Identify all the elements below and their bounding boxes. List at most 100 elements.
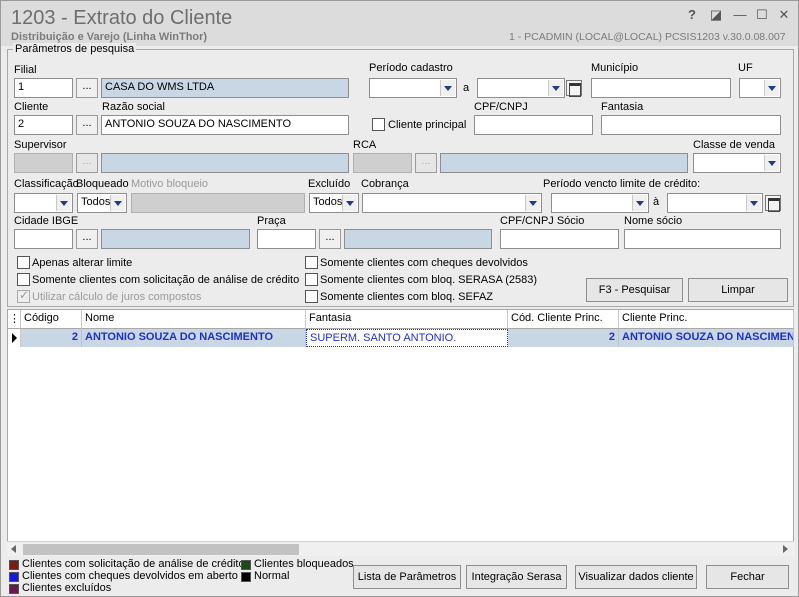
chevron-down-icon bbox=[525, 195, 540, 211]
user-info: 1 - PCADMIN (LOCAL@LOCAL) PCSIS1203 v.30… bbox=[509, 31, 786, 43]
praca-label: Praça bbox=[257, 215, 286, 227]
motivo-bloqueio-field bbox=[131, 193, 305, 213]
grid-options-icon[interactable]: ⋮≡ bbox=[8, 310, 21, 329]
chevron-down-icon bbox=[342, 195, 357, 211]
excluido-select[interactable]: Todos bbox=[309, 193, 359, 213]
calendar-icon[interactable] bbox=[765, 195, 781, 212]
rca-code-input bbox=[353, 153, 412, 173]
classe-venda-select[interactable] bbox=[693, 153, 781, 173]
supervisor-name-field bbox=[101, 153, 349, 173]
periodo-cadastro-from[interactable] bbox=[369, 78, 457, 98]
integracao-serasa-button[interactable]: Integração Serasa bbox=[466, 565, 567, 589]
extrato-cliente-window: 1203 - Extrato do Cliente Distribuição e… bbox=[0, 0, 799, 597]
bloq-serasa-checkbox[interactable] bbox=[305, 273, 318, 286]
supervisor-code-input bbox=[14, 153, 73, 173]
periodo-cadastro-sep: a bbox=[463, 82, 470, 94]
municipio-input[interactable] bbox=[591, 78, 731, 98]
scroll-left-icon[interactable] bbox=[11, 545, 16, 553]
cpf-cnpj-socio-input[interactable] bbox=[500, 229, 619, 249]
cobranca-select[interactable] bbox=[362, 193, 542, 213]
filial-code-input[interactable]: 1 bbox=[14, 78, 73, 98]
cliente-lookup-button[interactable]: ... bbox=[76, 115, 98, 135]
classificacao-select[interactable] bbox=[14, 193, 73, 213]
periodo-cadastro-to[interactable] bbox=[477, 78, 565, 98]
pesquisar-button[interactable]: F3 - Pesquisar bbox=[586, 278, 683, 302]
praca-name-field bbox=[344, 229, 492, 249]
bloq-sefaz-label: Somente clientes com bloq. SEFAZ bbox=[320, 291, 494, 303]
legend-swatch-bloqueados bbox=[241, 560, 251, 570]
apenas-alterar-limite-checkbox[interactable] bbox=[17, 256, 30, 269]
lista-parametros-button[interactable]: Lista de Parâmetros bbox=[353, 565, 461, 589]
limpar-button[interactable]: Limpar bbox=[688, 278, 788, 302]
table-row-codigo[interactable]: 2 bbox=[21, 329, 82, 347]
minimize-icon[interactable]: — bbox=[731, 7, 749, 23]
table-row-cliente-princ[interactable]: ANTONIO SOUZA DO NASCIMENTO bbox=[619, 329, 794, 347]
cobranca-label: Cobrança bbox=[361, 178, 409, 190]
help-icon[interactable]: ? bbox=[683, 7, 701, 23]
razao-social-input[interactable]: ANTONIO SOUZA DO NASCIMENTO bbox=[101, 115, 349, 135]
cliente-principal-label: Cliente principal bbox=[388, 119, 467, 131]
table-row-cod-princ[interactable]: 2 bbox=[508, 329, 619, 347]
legend-bloqueados: Clientes bloqueados bbox=[254, 558, 354, 570]
legend-excluidos: Clientes excluídos bbox=[22, 582, 112, 594]
solicitacao-analise-checkbox[interactable] bbox=[17, 273, 30, 286]
col-header-cod-princ[interactable]: Cód. Cliente Princ. bbox=[508, 310, 619, 329]
periodo-vencto-sep: à bbox=[653, 196, 660, 208]
grid-horizontal-scrollbar[interactable] bbox=[7, 541, 794, 556]
chevron-down-icon bbox=[110, 195, 125, 211]
window-subtitle: Distribuição e Varejo (Linha WinThor) bbox=[11, 31, 208, 43]
cliente-principal-checkbox[interactable] bbox=[372, 118, 385, 131]
cidade-ibge-input[interactable] bbox=[14, 229, 73, 249]
visualizar-dados-cliente-button[interactable]: Visualizar dados cliente bbox=[575, 565, 697, 589]
cliente-code-input[interactable]: 2 bbox=[14, 115, 73, 135]
cheques-devolvidos-label: Somente clientes com cheques devolvidos bbox=[320, 257, 528, 269]
window-title: 1203 - Extrato do Cliente bbox=[11, 7, 233, 29]
col-header-cliente-princ[interactable]: Cliente Princ. bbox=[619, 310, 794, 329]
results-grid[interactable]: ⋮≡ Código Nome Fantasia Cód. Cliente Pri… bbox=[7, 309, 794, 556]
periodo-vencto-from[interactable] bbox=[551, 193, 649, 213]
bloq-sefaz-checkbox[interactable] bbox=[305, 290, 318, 303]
classe-venda-label: Classe de venda bbox=[693, 139, 775, 151]
col-header-codigo[interactable]: Código bbox=[21, 310, 82, 329]
praca-input[interactable] bbox=[257, 229, 316, 249]
razao-social-label: Razão social bbox=[102, 101, 165, 113]
cliente-label: Cliente bbox=[14, 101, 49, 113]
excluido-label: Excluído bbox=[308, 178, 351, 190]
cidade-ibge-lookup-button[interactable]: ... bbox=[76, 229, 98, 249]
legend-swatch-cheques bbox=[9, 572, 19, 582]
col-header-fantasia[interactable]: Fantasia bbox=[306, 310, 508, 329]
bloqueado-select[interactable]: Todos bbox=[77, 193, 127, 213]
motivo-bloqueio-label: Motivo bloqueio bbox=[131, 178, 209, 190]
chevron-down-icon bbox=[548, 80, 563, 96]
cpf-cnpj-socio-label: CPF/CNPJ Sócio bbox=[500, 215, 585, 227]
rca-name-field bbox=[440, 153, 688, 173]
scrollbar-thumb[interactable] bbox=[23, 544, 299, 555]
filial-lookup-button[interactable]: ... bbox=[76, 78, 98, 98]
chevron-down-icon bbox=[764, 155, 779, 171]
supervisor-label: Supervisor bbox=[14, 139, 67, 151]
bloq-serasa-label: Somente clientes com bloq. SERASA (2583) bbox=[320, 274, 538, 286]
cpf-cnpj-input[interactable] bbox=[474, 115, 593, 135]
legend-normal: Normal bbox=[254, 570, 290, 582]
maximize-icon[interactable]: ☐ bbox=[753, 7, 771, 23]
scroll-right-icon[interactable] bbox=[783, 545, 788, 553]
cidade-ibge-name-field bbox=[101, 229, 250, 249]
nome-socio-input[interactable] bbox=[624, 229, 781, 249]
table-row-fantasia[interactable]: SUPERM. SANTO ANTONIO. bbox=[306, 329, 508, 347]
cheques-devolvidos-checkbox[interactable] bbox=[305, 256, 318, 269]
fantasia-input[interactable] bbox=[601, 115, 781, 135]
close-icon[interactable]: ✕ bbox=[775, 7, 793, 23]
legend-swatch-solicitacao bbox=[9, 560, 19, 570]
uf-select[interactable] bbox=[739, 78, 781, 98]
table-row-nome[interactable]: ANTONIO SOUZA DO NASCIMENTO bbox=[82, 329, 306, 347]
municipio-label: Município bbox=[591, 62, 639, 74]
fechar-button[interactable]: Fechar bbox=[706, 565, 789, 589]
cpf-cnpj-label: CPF/CNPJ bbox=[474, 101, 528, 113]
periodo-vencto-to[interactable] bbox=[667, 193, 763, 213]
restore-icon[interactable]: ◪ bbox=[707, 7, 725, 23]
chevron-down-icon bbox=[764, 80, 779, 96]
col-header-nome[interactable]: Nome bbox=[82, 310, 306, 329]
calendar-icon[interactable] bbox=[566, 80, 582, 97]
classificacao-label: Classificação bbox=[14, 178, 79, 190]
praca-lookup-button[interactable]: ... bbox=[319, 229, 341, 249]
